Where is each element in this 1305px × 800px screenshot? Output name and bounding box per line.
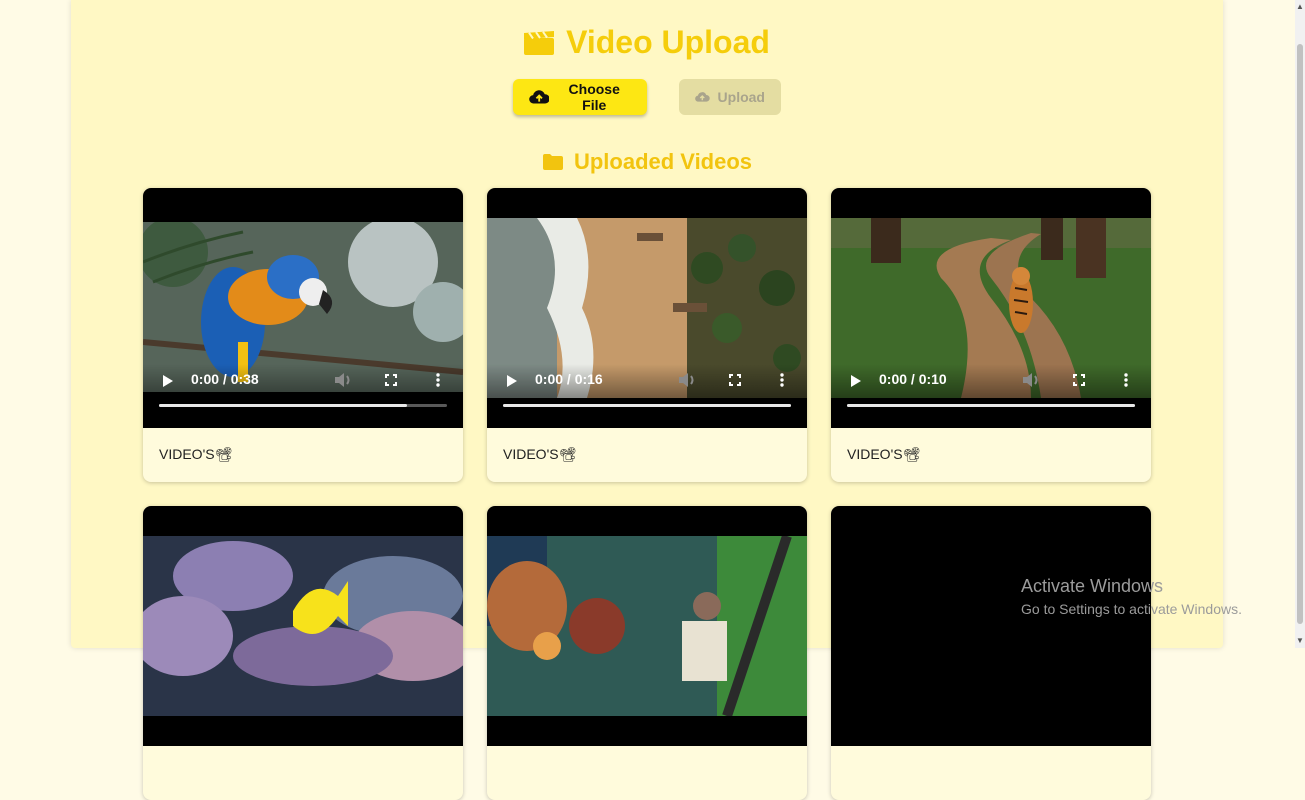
watermark-subtitle: Go to Settings to activate Windows. [1021,601,1242,617]
more-options-icon[interactable] [1124,373,1128,387]
video-player[interactable]: 0:00 / 0:10 [831,188,1151,428]
upload-actions: Choose File Upload [71,79,1223,115]
clapperboard-icon [524,30,555,55]
scrollbar-thumb[interactable] [1297,44,1303,624]
video-time: 0:00 / 0:16 [535,371,603,387]
scroll-up-icon[interactable]: ▲ [1296,2,1304,11]
video-label: VIDEO'S📽 [159,446,233,462]
volume-icon[interactable] [334,372,352,388]
progress-fill [159,404,407,407]
page-title: Video Upload [71,24,1223,61]
video-thumbnail [143,536,463,716]
fullscreen-icon[interactable] [729,374,741,386]
video-label: VIDEO'S📽 [503,446,577,462]
video-player[interactable] [143,506,463,746]
progress-track[interactable] [503,404,791,407]
video-card: 0:00 / 0:10 VIDEO'S📽 [831,188,1151,482]
watermark-title: Activate Windows [1021,576,1164,596]
video-card: 0:00 / 0:38 VIDEO'S📽 [143,188,463,482]
choose-file-button[interactable]: Choose File [513,79,647,115]
video-card: 0:00 / 0:16 VIDEO'S📽 [487,188,807,482]
video-time: 0:00 / 0:10 [879,371,947,387]
video-player[interactable]: 0:00 / 0:38 [143,188,463,428]
more-options-icon[interactable] [436,373,440,387]
choose-file-label: Choose File [568,81,620,113]
upload-button[interactable]: Upload [679,79,781,115]
play-icon[interactable] [162,374,174,388]
progress-track[interactable] [159,404,447,407]
more-options-icon[interactable] [780,373,784,387]
section-title-text: Uploaded Videos [573,149,753,174]
fullscreen-icon[interactable] [385,374,397,386]
video-player[interactable]: 0:00 / 0:16 [487,188,807,428]
folder-icon [542,154,563,170]
video-player[interactable] [487,506,807,746]
page-title-text: Video Upload [566,24,770,60]
cloud-upload-icon [695,92,710,102]
activate-windows-watermark: Activate Windows Go to Settings to activ… [1021,576,1242,617]
uploaded-videos-heading: Uploaded Videos [71,149,1223,175]
scroll-down-icon[interactable]: ▼ [1296,636,1304,645]
video-card [831,506,1151,800]
page-scrollbar[interactable]: ▲ ▼ [1295,0,1305,648]
upload-label: Upload [717,89,765,105]
video-label: VIDEO'S📽 [847,446,921,462]
progress-fill [503,404,791,407]
fullscreen-icon[interactable] [1073,374,1085,386]
video-card [143,506,463,800]
volume-icon[interactable] [678,372,696,388]
progress-track[interactable] [847,404,1135,407]
video-time: 0:00 / 0:38 [191,371,259,387]
play-icon[interactable] [506,374,518,388]
video-thumbnail [487,536,807,716]
play-icon[interactable] [850,374,862,388]
app-panel: Video Upload Choose File Upload Uploaded… [71,0,1223,800]
cloud-upload-icon [529,90,550,104]
video-card [487,506,807,800]
progress-fill [847,404,1135,407]
volume-icon[interactable] [1022,372,1040,388]
video-player[interactable] [831,506,1151,746]
